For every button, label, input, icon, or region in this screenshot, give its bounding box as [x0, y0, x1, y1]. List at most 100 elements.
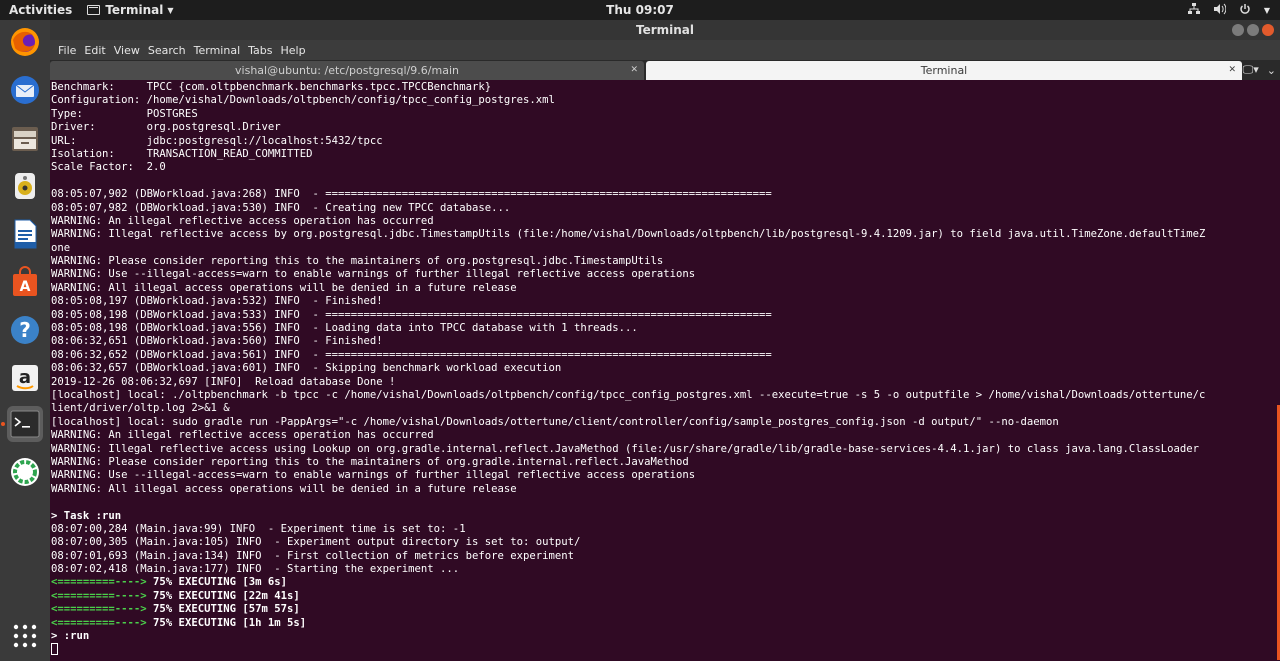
tab-terminal[interactable]: Terminal ✕: [646, 61, 1242, 80]
terminal-output[interactable]: Benchmark: TPCC {com.oltpbenchmark.bench…: [50, 80, 1280, 661]
terminal-line: lient/driver/oltp.log 2>&1 &: [51, 402, 230, 415]
terminal-line: WARNING: Use --illegal-access=warn to en…: [51, 469, 696, 482]
thunderbird-icon: [11, 76, 39, 104]
task-label: > :run: [51, 630, 90, 643]
tab-close-icon[interactable]: ✕: [630, 61, 638, 80]
dock-firefox[interactable]: [7, 24, 43, 60]
svg-text:A: A: [20, 279, 31, 295]
dock-terminal[interactable]: [7, 406, 43, 442]
terminal-line: > Task :run: [51, 509, 122, 522]
window-title: Terminal: [635, 23, 695, 37]
progress-status: 75% EXECUTING [22m 41s]: [146, 589, 300, 602]
terminal-line: Configuration: /home/vishal/Downloads/ol…: [51, 94, 555, 107]
menu-help[interactable]: Help: [277, 44, 310, 57]
menu-search[interactable]: Search: [144, 44, 190, 57]
terminal-line: 08:05:07,902 (DBWorkload.java:268) INFO …: [51, 188, 772, 201]
prompt-line: > :run: [51, 630, 1280, 643]
text-cursor: [51, 643, 58, 656]
show-applications-button[interactable]: [7, 618, 43, 654]
help-icon: ?: [11, 316, 39, 344]
terminal-line: Benchmark: TPCC {com.oltpbenchmark.bench…: [51, 81, 492, 93]
terminal-line: 2019-12-26 08:06:32,697 [INFO] Reload da…: [51, 375, 396, 388]
menu-edit[interactable]: Edit: [80, 44, 109, 57]
svg-text:a: a: [19, 367, 31, 388]
chevron-down-icon[interactable]: ⌄: [1267, 64, 1276, 77]
system-tray[interactable]: ▼: [1187, 0, 1270, 20]
terminal-line: 08:06:32,652 (DBWorkload.java:561) INFO …: [51, 348, 772, 361]
terminal-line: one: [51, 241, 71, 254]
dock-files[interactable]: [7, 120, 43, 156]
dock-amazon[interactable]: a: [7, 360, 43, 396]
progress-line: <=========----> 75% EXECUTING [22m 41s]: [51, 590, 1280, 603]
terminal-line: 08:06:32,651 (DBWorkload.java:560) INFO …: [51, 335, 383, 348]
terminal-line: WARNING: Please consider reporting this …: [51, 455, 689, 468]
menu-tabs[interactable]: Tabs: [244, 44, 276, 57]
tab-postgresql[interactable]: vishal@ubuntu: /etc/postgresql/9.6/main …: [50, 61, 644, 80]
progress-status: 75% EXECUTING [57m 57s]: [146, 603, 300, 616]
writer-icon: [14, 219, 37, 249]
menu-terminal[interactable]: Terminal: [190, 44, 245, 57]
progress-status: 75% EXECUTING [1h 1m 5s]: [146, 616, 307, 629]
terminal-lines: Benchmark: TPCC {com.oltpbenchmark.bench…: [51, 81, 1280, 576]
software-center-icon: A: [13, 266, 37, 296]
top-bar: Activities Terminal ▼ Thu 09:07 ▼: [0, 0, 1280, 20]
terminal-line: Scale Factor: 2.0: [51, 161, 166, 174]
app-icon: [11, 458, 39, 486]
amazon-icon: a: [12, 365, 38, 391]
menu-view[interactable]: View: [110, 44, 144, 57]
tab-bar: vishal@ubuntu: /etc/postgresql/9.6/main …: [50, 60, 1280, 80]
close-button[interactable]: [1262, 24, 1274, 36]
terminal-line: [localhost] local: sudo gradle run -Papp…: [51, 415, 1059, 428]
activities-button[interactable]: Activities: [0, 3, 81, 17]
terminal-line: 08:06:32,657 (DBWorkload.java:601) INFO …: [51, 362, 562, 375]
dock-software-center[interactable]: A: [7, 264, 43, 300]
tab-actions: 🖵▾ ⌄: [1243, 60, 1276, 80]
maximize-button[interactable]: [1247, 24, 1259, 36]
dock-app[interactable]: [7, 454, 43, 490]
terminal-line: 08:07:02,418 (Main.java:177) INFO - Star…: [51, 563, 460, 576]
cursor-line: [51, 643, 1280, 656]
firefox-icon: [11, 28, 39, 56]
terminal-line: 08:05:08,198 (DBWorkload.java:556) INFO …: [51, 322, 638, 335]
terminal-line: WARNING: Illegal reflective access by or…: [51, 228, 1206, 241]
svg-text:?: ?: [19, 318, 31, 342]
terminal-line: [localhost] local: ./oltpbenchmark -b tp…: [51, 388, 1206, 401]
terminal-line: 08:07:01,693 (Main.java:134) INFO - Firs…: [51, 549, 574, 562]
grid-icon: [13, 624, 37, 648]
running-indicator: [1, 422, 5, 426]
dock-help[interactable]: ?: [7, 312, 43, 348]
caret-down-icon: ▼: [1263, 5, 1270, 15]
terminal-line: Isolation: TRANSACTION_READ_COMMITTED: [51, 147, 313, 160]
progress-line: <=========----> 75% EXECUTING [1h 1m 5s]: [51, 617, 1280, 630]
caret-down-icon: ▼: [167, 5, 174, 15]
progress-bar: <=========---->: [51, 616, 147, 629]
window-titlebar[interactable]: Terminal: [50, 20, 1280, 40]
app-menu[interactable]: Terminal ▼: [87, 3, 174, 17]
terminal-line: 08:05:08,198 (DBWorkload.java:533) INFO …: [51, 308, 772, 321]
menu-file[interactable]: File: [54, 44, 80, 57]
terminal-line: WARNING: All illegal access operations w…: [51, 281, 517, 294]
new-tab-menu-icon[interactable]: 🖵▾: [1243, 63, 1259, 77]
dock-rhythmbox[interactable]: [7, 168, 43, 204]
progress-bar: <=========---->: [51, 576, 147, 589]
terminal-line: Driver: org.postgresql.Driver: [51, 121, 281, 134]
files-icon: [12, 127, 38, 151]
volume-icon: [1213, 3, 1227, 18]
clock[interactable]: Thu 09:07: [0, 3, 1280, 17]
dock-writer[interactable]: [7, 216, 43, 252]
progress-line: <=========----> 75% EXECUTING [57m 57s]: [51, 603, 1280, 616]
terminal-icon: [10, 410, 40, 438]
terminal-line: WARNING: Illegal reflective access using…: [51, 442, 1200, 455]
terminal-line: Type: POSTGRES: [51, 107, 198, 120]
window-controls: [1232, 24, 1274, 36]
dock: A ? a: [0, 20, 50, 661]
power-icon: [1239, 3, 1251, 18]
terminal-line: WARNING: All illegal access operations w…: [51, 482, 517, 495]
dock-thunderbird[interactable]: [7, 72, 43, 108]
app-menu-label: Terminal: [105, 3, 164, 17]
terminal-line: 08:07:00,284 (Main.java:99) INFO - Exper…: [51, 522, 466, 535]
tab-close-icon[interactable]: ✕: [1228, 61, 1236, 80]
minimize-button[interactable]: [1232, 24, 1244, 36]
